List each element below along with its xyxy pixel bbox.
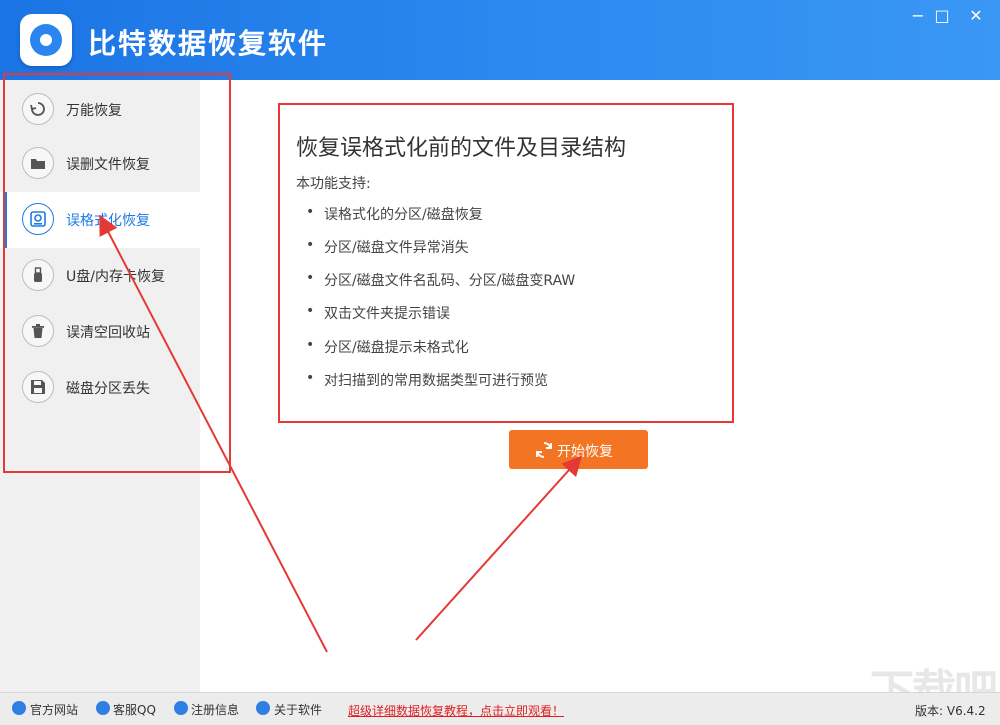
home-icon [12, 701, 26, 715]
version-label: 版本: V6.4.2 [915, 704, 986, 718]
status-bar: 官方网站 客服QQ 注册信息 关于软件 超级详细数据恢复教程，点击立即观看！ 版… [0, 692, 1000, 725]
register-info-link[interactable]: 注册信息 [191, 701, 239, 718]
arrow-to-sidebar [99, 214, 328, 653]
support-qq-link[interactable]: 客服QQ [113, 701, 156, 718]
user-icon [174, 701, 188, 715]
annotation-arrows [99, 214, 583, 653]
info-icon [256, 701, 270, 715]
tutorial-link[interactable]: 超级详细数据恢复教程，点击立即观看！ [348, 702, 564, 719]
qq-icon [96, 701, 110, 715]
arrow-to-start [415, 455, 583, 641]
about-link[interactable]: 关于软件 [274, 701, 322, 718]
official-site-link[interactable]: 官方网站 [30, 701, 78, 718]
